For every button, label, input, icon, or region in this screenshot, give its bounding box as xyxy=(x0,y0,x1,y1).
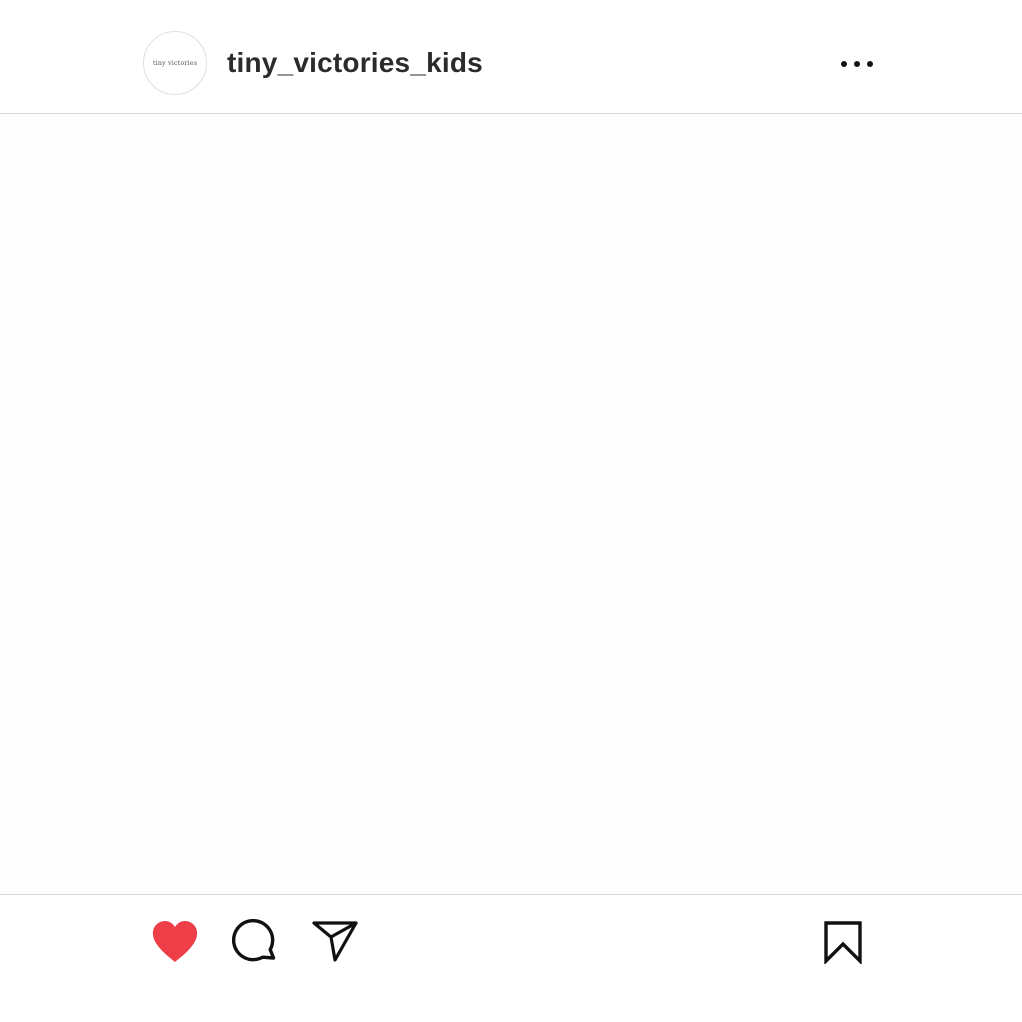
paper-plane-icon xyxy=(312,921,358,962)
avatar-logo-text: tiny victories xyxy=(152,59,198,67)
post-header: tiny victories tiny_victories_kids xyxy=(0,0,1022,114)
save-button[interactable] xyxy=(820,918,866,966)
bookmark-icon xyxy=(824,921,862,964)
post-media[interactable] xyxy=(0,114,1022,895)
share-button[interactable] xyxy=(310,918,360,966)
username[interactable]: tiny_victories_kids xyxy=(227,44,483,82)
avatar[interactable]: tiny victories xyxy=(143,31,207,95)
comment-bubble-icon xyxy=(232,919,276,962)
more-options-button[interactable] xyxy=(834,48,880,80)
action-bar xyxy=(0,896,1022,1022)
more-horizontal-icon xyxy=(841,61,873,67)
instagram-post: tiny victories tiny_victories_kids xyxy=(0,0,1022,1022)
heart-filled-icon xyxy=(152,921,198,962)
like-button[interactable] xyxy=(148,918,202,966)
comment-button[interactable] xyxy=(230,918,280,966)
